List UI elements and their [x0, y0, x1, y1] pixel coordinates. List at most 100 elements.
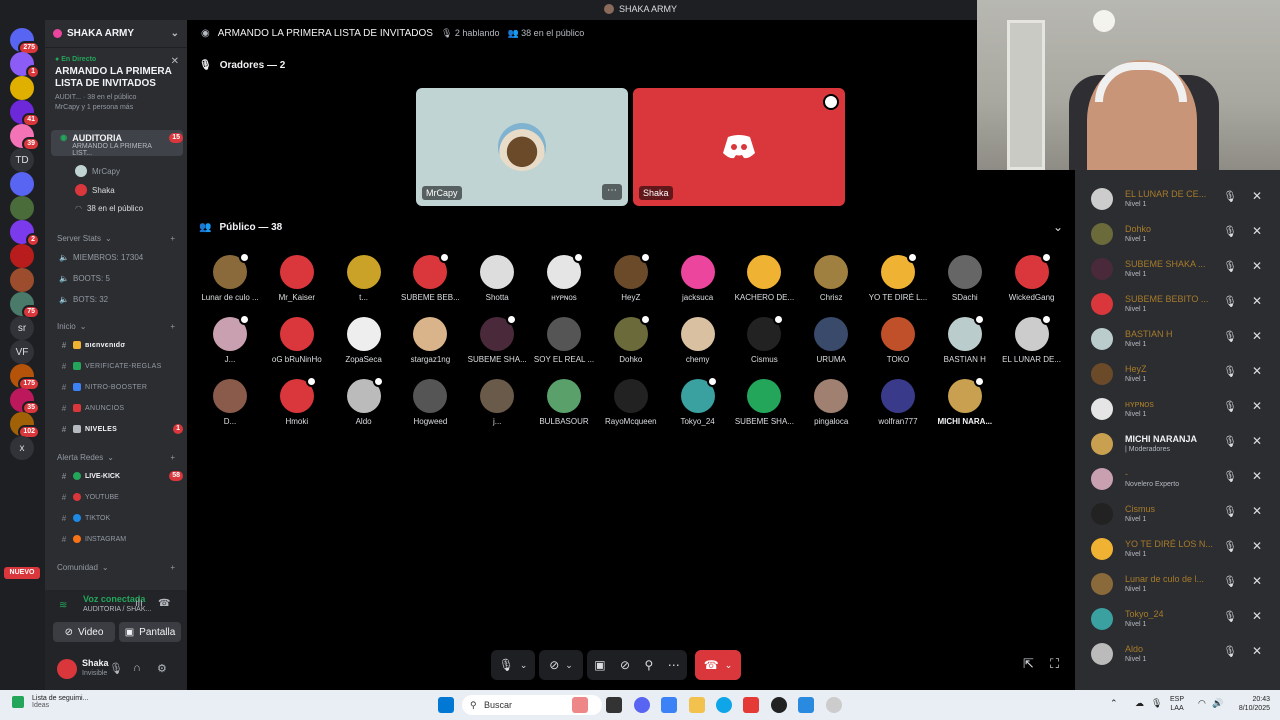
chevron-up-icon[interactable]: ⌃: [1110, 699, 1118, 708]
close-icon[interactable]: ✕: [1252, 224, 1262, 238]
server-icon[interactable]: 39: [10, 124, 40, 151]
audience-member[interactable]: YO TE DIRÉ L...: [865, 252, 931, 302]
audience-member[interactable]: chemy: [665, 317, 731, 364]
audience-member[interactable]: Cismus: [731, 314, 797, 364]
disconnect-icon[interactable]: ☎: [158, 598, 170, 609]
announcement-channel[interactable]: # INSTAGRAM: [51, 530, 183, 548]
member-row[interactable]: Tokyo_24 Nivel 1 🎙 ✕: [1075, 600, 1280, 635]
chevron-down-icon[interactable]: ⌄: [1053, 220, 1063, 234]
more-options-icon[interactable]: ⋯: [602, 184, 622, 200]
audience-member[interactable]: ʜʏᴘɴᴏs: [531, 252, 597, 302]
server-icon[interactable]: 75: [10, 292, 40, 319]
member-row[interactable]: SUBEME SHAKA ... Nivel 1 🎙 ✕: [1075, 250, 1280, 285]
audience-member[interactable]: WickedGang: [999, 252, 1065, 302]
windows-start-icon[interactable]: [438, 697, 454, 713]
server-icon[interactable]: 175: [10, 364, 40, 391]
audience-member[interactable]: J...: [197, 314, 263, 364]
audience-member[interactable]: pingaloca: [798, 379, 864, 426]
invite-to-speak-icon[interactable]: 🎙: [1223, 330, 1237, 343]
obs-icon[interactable]: [771, 697, 787, 713]
server-icon[interactable]: [10, 268, 34, 292]
chevron-down-icon[interactable]: ⌄: [520, 660, 528, 671]
audience-member[interactable]: KACHERO DE...: [731, 255, 797, 302]
audience-member[interactable]: Shotta: [464, 255, 530, 302]
audience-member[interactable]: Dohko: [598, 314, 664, 364]
add-channel-icon[interactable]: +: [170, 322, 175, 331]
member-row[interactable]: SUBEME BEBITO ... Nivel 1 🎙 ✕: [1075, 285, 1280, 320]
server-icon[interactable]: 1: [10, 52, 40, 79]
guild-header[interactable]: SHAKA ARMY ⌄: [45, 20, 187, 48]
server-icon[interactable]: 35: [10, 388, 40, 415]
audience-member[interactable]: SOY EL REAL ...: [531, 317, 597, 364]
audience-member[interactable]: RayoMcqueen: [598, 379, 664, 426]
audience-member[interactable]: j...: [464, 379, 530, 426]
file-explorer-icon[interactable]: [689, 697, 705, 713]
chevron-down-icon[interactable]: ⌄: [725, 660, 733, 671]
network-icon[interactable]: ☁: [1135, 699, 1144, 708]
invite-to-speak-icon[interactable]: 🎙: [1223, 610, 1237, 623]
audience-member[interactable]: stargaz1ng: [397, 317, 463, 364]
server-icon[interactable]: 41: [10, 100, 40, 127]
close-icon[interactable]: ✕: [1252, 469, 1262, 483]
category-server-stats[interactable]: Server Stats ⌄ +: [57, 234, 175, 243]
popout-icon[interactable]: ⇱: [1023, 656, 1034, 672]
close-icon[interactable]: ✕: [1252, 294, 1262, 308]
audience-member[interactable]: BULBASOUR: [531, 379, 597, 426]
member-row[interactable]: Aldo Nivel 1 🎙 ✕: [1075, 635, 1280, 670]
speaker-tile-shaka[interactable]: Shaka: [633, 88, 845, 206]
audience-member[interactable]: HeyZ: [598, 252, 664, 302]
category-alerta-redes[interactable]: Alerta Redes ⌄ +: [57, 453, 175, 462]
audience-member[interactable]: TOKO: [865, 317, 931, 364]
video-button[interactable]: ⊘ Video: [53, 622, 115, 642]
audience-member[interactable]: D...: [197, 379, 263, 426]
member-row[interactable]: ʜʏᴘɴᴏs Nivel 1 🎙 ✕: [1075, 390, 1280, 425]
announcement-channel[interactable]: # YOUTUBE: [51, 488, 183, 506]
member-row[interactable]: HeyZ Nivel 1 🎙 ✕: [1075, 355, 1280, 390]
close-icon[interactable]: ✕: [1252, 364, 1262, 378]
audience-member[interactable]: SUBEME BEB...: [397, 252, 463, 302]
audience-member[interactable]: Lunar de culo ...: [197, 252, 263, 302]
server-icon[interactable]: 102: [10, 412, 40, 439]
member-row[interactable]: MICHI NARANJA | Moderadores 🎙 ✕: [1075, 425, 1280, 460]
stage-member[interactable]: Shaka: [75, 184, 115, 196]
edge-icon[interactable]: [716, 697, 732, 713]
leave-stage-button[interactable]: ☎ ⌄: [695, 650, 741, 680]
add-channel-icon[interactable]: +: [170, 453, 175, 462]
member-row[interactable]: Cismus Nivel 1 🎙 ✕: [1075, 495, 1280, 530]
server-icon[interactable]: 2: [10, 220, 40, 247]
audience-member[interactable]: SDachi: [932, 255, 998, 302]
close-icon[interactable]: ✕: [171, 56, 179, 67]
notes-icon[interactable]: [798, 697, 814, 713]
close-icon[interactable]: ✕: [1252, 574, 1262, 588]
microphone-icon[interactable]: 🎙: [109, 662, 123, 675]
member-row[interactable]: BASTIAN H Nivel 1 🎙 ✕: [1075, 320, 1280, 355]
close-icon[interactable]: ✕: [1252, 329, 1262, 343]
invite-to-speak-icon[interactable]: 🎙: [1223, 400, 1237, 413]
invite-icon[interactable]: ⚲: [645, 658, 654, 672]
audience-member[interactable]: jacksuca: [665, 255, 731, 302]
task-view-icon[interactable]: [606, 697, 622, 713]
audience-member[interactable]: BASTIAN H: [932, 314, 998, 364]
category-comunidad[interactable]: Comunidad ⌄ +: [57, 563, 175, 572]
app-icon[interactable]: [826, 697, 842, 713]
audience-member[interactable]: EL LUNAR DE...: [999, 314, 1065, 364]
copilot-icon[interactable]: [661, 697, 677, 713]
close-icon[interactable]: ✕: [1252, 539, 1262, 553]
audience-member[interactable]: Mr_Kaiser: [264, 255, 330, 302]
channel-auditoria[interactable]: ◉ AUDITORIA ARMANDO LA PRIMERA LIST... 1…: [51, 130, 183, 157]
invite-to-speak-icon[interactable]: 🎙: [1223, 575, 1237, 588]
clock[interactable]: 20:43 8/10/2025: [1222, 695, 1270, 713]
stat-channel[interactable]: 🔈 BOOTS: 5: [51, 269, 183, 287]
text-channel[interactable]: # вιєnvєnιdσ: [51, 336, 183, 354]
gear-icon[interactable]: ⚙: [157, 662, 167, 675]
server-icon[interactable]: 275: [10, 28, 40, 55]
close-icon[interactable]: ✕: [1252, 504, 1262, 518]
text-channel[interactable]: # VERIFICATE-REGLAS: [51, 357, 183, 375]
close-icon[interactable]: ✕: [1252, 189, 1262, 203]
close-icon[interactable]: ✕: [1252, 259, 1262, 273]
more-options-icon[interactable]: ⋯: [668, 658, 680, 672]
audience-member[interactable]: Hogweed: [397, 379, 463, 426]
server-icon[interactable]: [10, 76, 34, 100]
microphone-icon[interactable]: 🎙: [1151, 699, 1162, 708]
stat-channel[interactable]: 🔈 MIEMBROS: 17304: [51, 248, 183, 266]
